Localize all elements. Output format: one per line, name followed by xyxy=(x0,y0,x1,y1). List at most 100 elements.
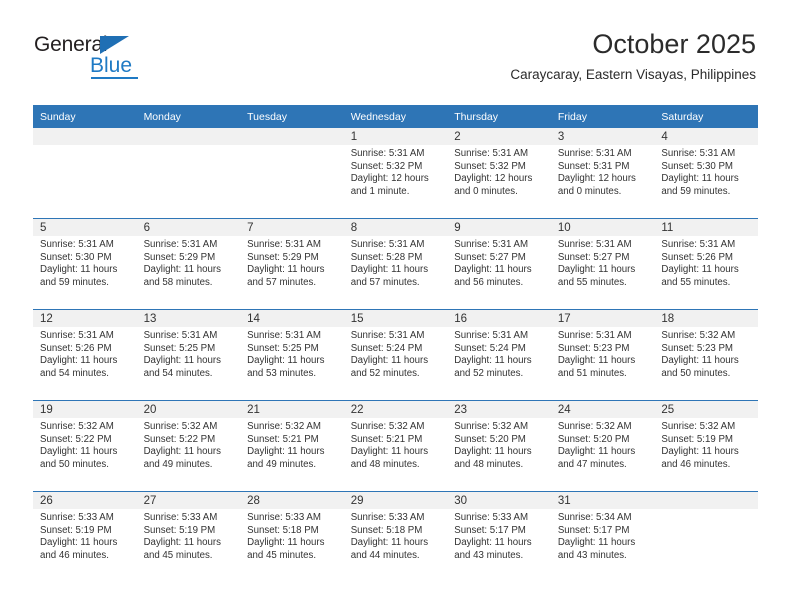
calendar-day-cell[interactable]: 12 Sunrise: 5:31 AM Sunset: 5:26 PM Dayligh… xyxy=(33,309,137,401)
calendar-day-cell[interactable]: 15 Sunrise: 5:31 AM Sunset: 5:24 PM Dayligh… xyxy=(343,309,448,401)
weekday-header-wednesday: Wednesday xyxy=(343,105,448,128)
calendar-day-cell[interactable]: 24 Sunrise: 5:32 AM Sunset: 5:20 PM Dayligh… xyxy=(550,400,655,492)
page-header: General Blue October 2025 Caraycaray, Ea… xyxy=(0,0,792,100)
day-number: 12 xyxy=(33,310,137,327)
calendar-day-cell[interactable]: 20 Sunrise: 5:32 AM Sunset: 5:22 PM Dayligh… xyxy=(136,400,241,492)
calendar-day-cell[interactable]: 18 Sunrise: 5:32 AM Sunset: 5:23 PM Dayligh… xyxy=(654,309,758,401)
day-sun-info: Sunrise: 5:33 AM Sunset: 5:19 PM Daylight:… xyxy=(137,509,241,562)
sunset-time: Sunset: 5:25 PM xyxy=(247,342,319,354)
daylight-duration-line1: Daylight: 11 hours xyxy=(350,355,429,367)
daylight-duration-line2: and 49 minutes. xyxy=(247,458,317,470)
calendar-day-cell[interactable]: 4 Sunrise: 5:31 AM Sunset: 5:30 PM Daylight… xyxy=(654,128,758,219)
daylight-duration-line2: and 55 minutes. xyxy=(661,276,731,288)
daylight-duration-line2: and 59 minutes. xyxy=(40,276,109,288)
day-sun-info: Sunrise: 5:33 AM Sunset: 5:19 PM Daylight:… xyxy=(33,509,137,562)
daylight-duration-line1: Daylight: 11 hours xyxy=(143,537,221,549)
calendar-day-cell[interactable]: 28 Sunrise: 5:33 AM Sunset: 5:18 PM Dayligh… xyxy=(240,491,344,582)
calendar-day-cell[interactable]: 21 Sunrise: 5:32 AM Sunset: 5:21 PM Dayligh… xyxy=(240,400,344,492)
weekday-header-monday: Monday xyxy=(136,105,241,128)
sunset-time: Sunset: 5:26 PM xyxy=(661,251,733,263)
calendar-day-cell[interactable]: 22 Sunrise: 5:32 AM Sunset: 5:21 PM Dayligh… xyxy=(343,400,448,492)
calendar-day-cell[interactable]: 1 Sunrise: 5:31 AM Sunset: 5:32 PM Daylight… xyxy=(343,128,448,219)
calendar-day-cell[interactable]: 25 Sunrise: 5:32 AM Sunset: 5:19 PM Dayligh… xyxy=(654,400,758,492)
day-cell-inner: 25 Sunrise: 5:32 AM Sunset: 5:19 PM Dayligh… xyxy=(654,401,758,491)
day-sun-info: Sunrise: 5:31 AM Sunset: 5:29 PM Daylight:… xyxy=(137,236,241,289)
calendar-day-cell[interactable]: 10 Sunrise: 5:31 AM Sunset: 5:27 PM Dayligh… xyxy=(550,218,655,310)
calendar-day-cell[interactable]: 26 Sunrise: 5:33 AM Sunset: 5:19 PM Dayligh… xyxy=(33,491,137,582)
daylight-duration-line2: and 1 minute. xyxy=(350,185,410,197)
calendar-day-cell[interactable]: 5 Sunrise: 5:31 AM Sunset: 5:30 PM Daylight… xyxy=(33,218,137,310)
title-block: October 2025 Caraycaray, Eastern Visayas… xyxy=(510,28,756,83)
day-cell-inner: 21 Sunrise: 5:32 AM Sunset: 5:21 PM Dayligh… xyxy=(240,401,344,491)
calendar-day-cell[interactable]: 13 Sunrise: 5:31 AM Sunset: 5:25 PM Dayligh… xyxy=(136,309,241,401)
calendar-day-cell[interactable]: 17 Sunrise: 5:31 AM Sunset: 5:23 PM Dayligh… xyxy=(550,309,655,401)
sunrise-time: Sunrise: 5:31 AM xyxy=(350,330,425,341)
day-sun-info: Sunrise: 5:31 AM Sunset: 5:25 PM Daylight:… xyxy=(240,327,344,380)
sunset-time: Sunset: 5:24 PM xyxy=(454,342,526,354)
daylight-duration-line1: Daylight: 11 hours xyxy=(247,355,325,367)
calendar-day-cell[interactable]: 2 Sunrise: 5:31 AM Sunset: 5:32 PM Daylight… xyxy=(447,128,551,219)
day-cell-inner: 29 Sunrise: 5:33 AM Sunset: 5:18 PM Dayligh… xyxy=(343,492,448,582)
day-cell-inner: 30 Sunrise: 5:33 AM Sunset: 5:17 PM Dayligh… xyxy=(447,492,551,582)
day-sun-info: Sunrise: 5:31 AM Sunset: 5:32 PM Daylight:… xyxy=(447,145,551,198)
daylight-duration-line2: and 46 minutes. xyxy=(661,458,731,470)
day-cell-inner: 4 Sunrise: 5:31 AM Sunset: 5:30 PM Daylight… xyxy=(654,128,758,218)
calendar-day-cell[interactable]: 8 Sunrise: 5:31 AM Sunset: 5:28 PM Daylight… xyxy=(343,218,448,310)
daylight-duration-line1: Daylight: 11 hours xyxy=(454,264,532,276)
sunset-time: Sunset: 5:26 PM xyxy=(40,342,112,354)
calendar-day-cell[interactable]: 16 Sunrise: 5:31 AM Sunset: 5:24 PM Dayligh… xyxy=(447,309,551,401)
day-sun-info: Sunrise: 5:31 AM Sunset: 5:25 PM Daylight:… xyxy=(137,327,241,380)
general-blue-logo: General Blue xyxy=(34,33,154,83)
sunset-time: Sunset: 5:25 PM xyxy=(143,342,216,354)
day-number: 7 xyxy=(240,219,344,236)
sunset-time: Sunset: 5:22 PM xyxy=(40,433,112,445)
calendar-day-cell[interactable]: 23 Sunrise: 5:32 AM Sunset: 5:20 PM Dayligh… xyxy=(447,400,551,492)
day-cell-inner: 16 Sunrise: 5:31 AM Sunset: 5:24 PM Dayligh… xyxy=(447,310,551,400)
sunset-time: Sunset: 5:32 PM xyxy=(350,160,423,172)
sunset-time: Sunset: 5:20 PM xyxy=(454,433,526,445)
sunset-time: Sunset: 5:19 PM xyxy=(143,524,216,536)
daylight-duration-line1: Daylight: 11 hours xyxy=(557,264,636,276)
calendar-day-cell[interactable]: 11 Sunrise: 5:31 AM Sunset: 5:26 PM Dayligh… xyxy=(654,218,758,310)
calendar-week-row: 12 Sunrise: 5:31 AM Sunset: 5:26 PM Dayligh… xyxy=(33,309,758,401)
sunset-time: Sunset: 5:27 PM xyxy=(557,251,630,263)
daylight-duration-line2: and 57 minutes. xyxy=(350,276,420,288)
logo-text-general: General xyxy=(34,33,108,56)
day-number: 10 xyxy=(550,219,655,236)
calendar-header-row: Sunday Monday Tuesday Wednesday Thursday… xyxy=(33,105,758,128)
calendar-day-cell[interactable]: 19 Sunrise: 5:32 AM Sunset: 5:22 PM Dayligh… xyxy=(33,400,137,492)
sunset-time: Sunset: 5:23 PM xyxy=(557,342,630,354)
calendar-day-cell[interactable]: 6 Sunrise: 5:31 AM Sunset: 5:29 PM Daylight… xyxy=(136,218,241,310)
weekday-header-tuesday: Tuesday xyxy=(240,105,344,128)
calendar-day-cell[interactable]: 29 Sunrise: 5:33 AM Sunset: 5:18 PM Dayligh… xyxy=(343,491,448,582)
calendar-day-cell[interactable]: 3 Sunrise: 5:31 AM Sunset: 5:31 PM Daylight… xyxy=(550,128,655,219)
day-number xyxy=(136,128,241,145)
sunset-time: Sunset: 5:28 PM xyxy=(350,251,423,263)
day-cell-inner: 12 Sunrise: 5:31 AM Sunset: 5:26 PM Dayligh… xyxy=(33,310,137,400)
daylight-duration-line2: and 58 minutes. xyxy=(143,276,213,288)
day-sun-info: Sunrise: 5:32 AM Sunset: 5:19 PM Daylight:… xyxy=(654,418,758,471)
calendar-day-cell[interactable]: 30 Sunrise: 5:33 AM Sunset: 5:17 PM Dayligh… xyxy=(447,491,551,582)
day-cell-inner xyxy=(33,128,137,218)
sunset-time: Sunset: 5:29 PM xyxy=(143,251,216,263)
day-sun-info: Sunrise: 5:32 AM Sunset: 5:23 PM Daylight:… xyxy=(654,327,758,380)
day-sun-info: Sunrise: 5:31 AM Sunset: 5:26 PM Daylight:… xyxy=(654,236,758,289)
calendar-day-cell[interactable]: 7 Sunrise: 5:31 AM Sunset: 5:29 PM Daylight… xyxy=(240,218,344,310)
daylight-duration-line1: Daylight: 11 hours xyxy=(143,355,221,367)
day-cell-inner: 10 Sunrise: 5:31 AM Sunset: 5:27 PM Dayligh… xyxy=(550,219,655,309)
daylight-duration-line2: and 45 minutes. xyxy=(143,549,213,561)
day-number: 22 xyxy=(343,401,448,418)
calendar-day-cell[interactable]: 9 Sunrise: 5:31 AM Sunset: 5:27 PM Daylight… xyxy=(447,218,551,310)
sunrise-time: Sunrise: 5:32 AM xyxy=(247,421,321,432)
calendar-day-cell[interactable]: 14 Sunrise: 5:31 AM Sunset: 5:25 PM Dayligh… xyxy=(240,309,344,401)
day-cell-inner: 2 Sunrise: 5:31 AM Sunset: 5:32 PM Daylight… xyxy=(447,128,551,218)
daylight-duration-line2: and 54 minutes. xyxy=(143,367,213,379)
calendar-day-cell[interactable]: 27 Sunrise: 5:33 AM Sunset: 5:19 PM Dayligh… xyxy=(136,491,241,582)
calendar-day-cell[interactable]: 31 Sunrise: 5:34 AM Sunset: 5:17 PM Dayligh… xyxy=(550,491,655,582)
day-cell-inner: 24 Sunrise: 5:32 AM Sunset: 5:20 PM Dayligh… xyxy=(550,401,655,491)
sunrise-time: Sunrise: 5:34 AM xyxy=(557,512,632,523)
weekday-header-sunday: Sunday xyxy=(33,105,137,128)
day-number: 27 xyxy=(136,492,241,509)
daylight-duration-line2: and 49 minutes. xyxy=(143,458,213,470)
sunset-time: Sunset: 5:22 PM xyxy=(143,433,216,445)
